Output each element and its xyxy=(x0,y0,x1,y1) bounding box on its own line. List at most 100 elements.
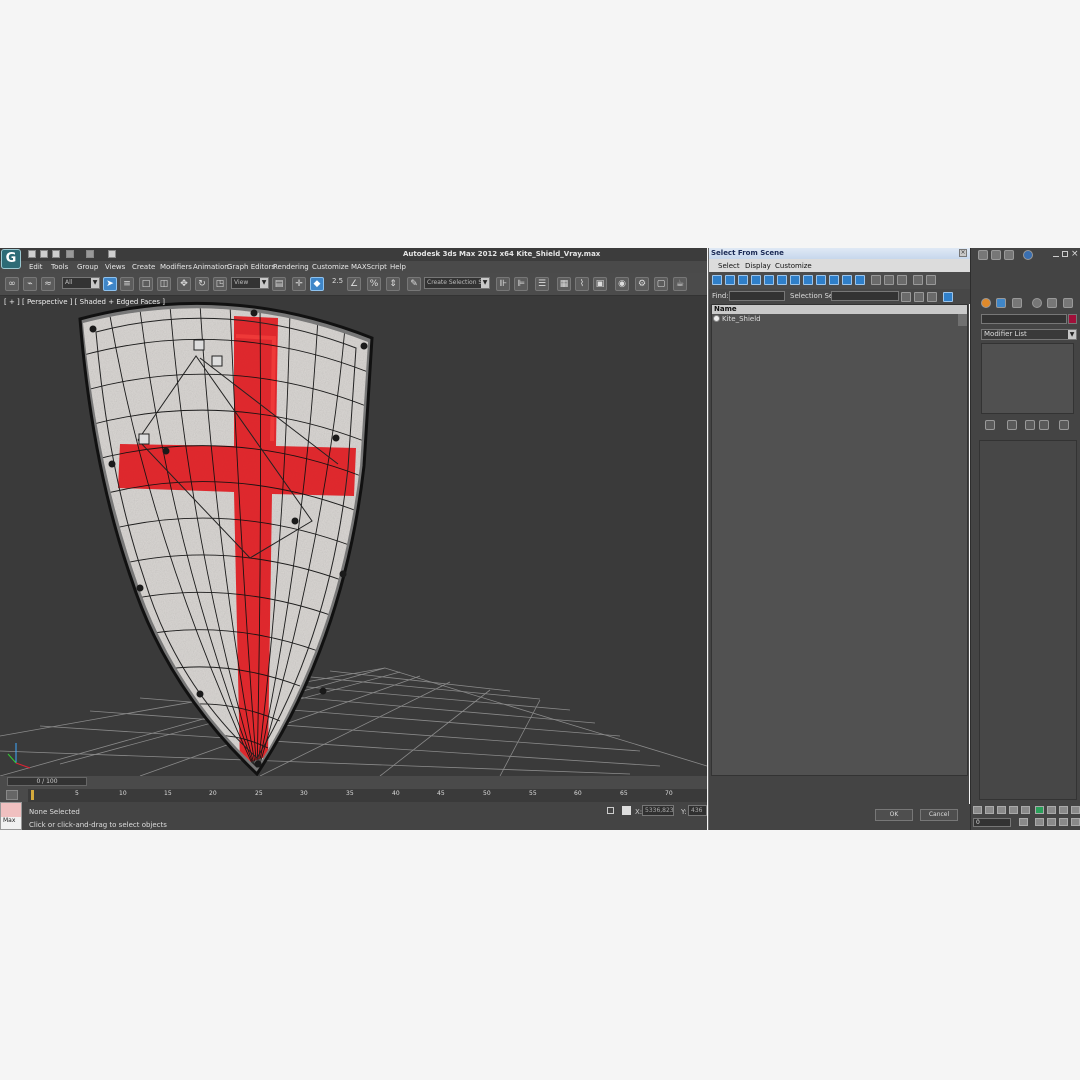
menu-maxscript[interactable]: MAXScript xyxy=(351,263,387,271)
display-shapes-icon[interactable] xyxy=(725,275,735,285)
display-all-icon[interactable] xyxy=(871,275,881,285)
display-geometry-icon[interactable] xyxy=(712,275,722,285)
percent-snap-icon[interactable]: % xyxy=(367,277,381,291)
display-none-icon[interactable] xyxy=(884,275,894,285)
display-cameras-icon[interactable] xyxy=(751,275,761,285)
previous-frame-icon[interactable] xyxy=(985,806,994,814)
perspective-viewport[interactable]: [ + ] [ Perspective ] [ Shaded + Edged F… xyxy=(0,296,707,830)
align-icon[interactable]: ⊫ xyxy=(514,277,528,291)
undo-icon[interactable] xyxy=(66,250,74,258)
keyboard-shortcut-override-icon[interactable]: ◆ xyxy=(310,277,324,291)
display-xrefs-icon[interactable] xyxy=(803,275,813,285)
time-cursor[interactable] xyxy=(31,790,34,800)
render-setup-icon[interactable]: ⚙ xyxy=(635,277,649,291)
y-coordinate-field[interactable]: 436 xyxy=(688,805,707,816)
field-of-view-icon[interactable] xyxy=(1071,806,1080,814)
edit-named-selection-icon[interactable]: ✎ xyxy=(407,277,421,291)
zoom-icon[interactable] xyxy=(1047,806,1056,814)
viewport-label[interactable]: [ + ] [ Perspective ] [ Shaded + Edged F… xyxy=(4,298,165,306)
object-color-swatch[interactable] xyxy=(1068,314,1077,324)
pivot-center-icon[interactable]: ▤ xyxy=(272,277,286,291)
go-to-start-icon[interactable] xyxy=(973,806,982,814)
column-header-name[interactable]: Name xyxy=(712,305,967,314)
scale-icon[interactable]: ◳ xyxy=(213,277,227,291)
menu-graph-editors[interactable]: Graph Editors xyxy=(227,263,275,271)
display-containers-icon[interactable] xyxy=(829,275,839,285)
menu-edit[interactable]: Edit xyxy=(29,263,43,271)
arc-rotate-icon[interactable] xyxy=(1071,818,1080,826)
curve-editor-icon[interactable]: ⌇ xyxy=(575,277,589,291)
new-file-icon[interactable] xyxy=(28,250,36,258)
modifier-stack[interactable] xyxy=(981,343,1074,414)
show-end-result-icon[interactable] xyxy=(1007,420,1017,430)
close-icon[interactable]: × xyxy=(1071,249,1079,259)
move-icon[interactable]: ✥ xyxy=(177,277,191,291)
dialog-menu-customize[interactable]: Customize xyxy=(775,262,812,270)
redo-icon[interactable] xyxy=(86,250,94,258)
time-configuration-icon[interactable] xyxy=(1019,818,1028,826)
menu-modifiers[interactable]: Modifiers xyxy=(160,263,192,271)
window-crossing-icon[interactable]: ◫ xyxy=(157,277,171,291)
utilities-panel-icon[interactable] xyxy=(1063,298,1073,308)
motion-panel-icon[interactable] xyxy=(1032,298,1042,308)
display-frozen-icon[interactable] xyxy=(842,275,852,285)
menu-customize[interactable]: Customize xyxy=(312,263,349,271)
rotate-icon[interactable]: ↻ xyxy=(195,277,209,291)
layer-manager-icon[interactable]: ☰ xyxy=(535,277,549,291)
find-case-sensitive-icon[interactable] xyxy=(943,292,953,302)
sync-selection-icon[interactable] xyxy=(913,275,923,285)
display-invert-icon[interactable] xyxy=(897,275,907,285)
subscription-center-icon[interactable] xyxy=(991,250,1001,260)
list-scrollbar[interactable] xyxy=(958,314,967,326)
select-object-icon[interactable]: ➤ xyxy=(103,277,117,291)
cancel-button[interactable]: Cancel xyxy=(920,809,958,821)
display-panel-icon[interactable] xyxy=(1047,298,1057,308)
display-bones-icon[interactable] xyxy=(816,275,826,285)
graphite-ribbon-icon[interactable]: ▦ xyxy=(557,277,571,291)
display-groups-icon[interactable] xyxy=(790,275,800,285)
material-editor-icon[interactable]: ◉ xyxy=(615,277,629,291)
render-production-icon[interactable]: ☕ xyxy=(673,277,687,291)
filter-icon[interactable] xyxy=(926,275,936,285)
menu-rendering[interactable]: Rendering xyxy=(273,263,309,271)
pin-stack-icon[interactable] xyxy=(985,420,995,430)
maximize-icon[interactable] xyxy=(1062,251,1068,257)
open-file-icon[interactable] xyxy=(40,250,48,258)
dialog-menu-select[interactable]: Select xyxy=(718,262,740,270)
select-all-icon[interactable] xyxy=(901,292,911,302)
walk-through-icon[interactable] xyxy=(1047,818,1056,826)
ok-button[interactable]: OK xyxy=(875,809,913,821)
selection-filter-dropdown[interactable]: All ▼ xyxy=(62,277,100,289)
infocenter-search-icon[interactable] xyxy=(978,250,988,260)
modifier-list-dropdown[interactable]: Modifier List ▼ xyxy=(981,329,1077,340)
app-menu-button[interactable]: G xyxy=(1,249,21,269)
current-frame-field[interactable]: 0 xyxy=(973,818,1011,827)
menu-group[interactable]: Group xyxy=(77,263,98,271)
select-none-icon[interactable] xyxy=(914,292,924,302)
configure-modifier-sets-icon[interactable] xyxy=(1059,420,1069,430)
find-input[interactable] xyxy=(729,291,785,301)
menu-views[interactable]: Views xyxy=(105,263,125,271)
project-folder-icon[interactable] xyxy=(108,250,116,258)
select-by-name-icon[interactable]: ≡ xyxy=(120,277,134,291)
menu-tools[interactable]: Tools xyxy=(51,263,68,271)
menu-create[interactable]: Create xyxy=(132,263,155,271)
unlink-icon[interactable]: ⌁ xyxy=(23,277,37,291)
rendered-frame-window-icon[interactable]: ▢ xyxy=(654,277,668,291)
pan-view-icon[interactable] xyxy=(1059,806,1068,814)
select-invert-icon[interactable] xyxy=(927,292,937,302)
hierarchy-panel-icon[interactable] xyxy=(1012,298,1022,308)
select-and-manipulate-icon[interactable]: ✛ xyxy=(292,277,306,291)
frame-slider[interactable]: 0 / 100 xyxy=(7,777,87,786)
maximize-viewport-icon[interactable] xyxy=(1059,818,1068,826)
display-hidden-icon[interactable] xyxy=(855,275,865,285)
display-lights-icon[interactable] xyxy=(738,275,748,285)
menu-animation[interactable]: Animation xyxy=(193,263,229,271)
track-bar[interactable] xyxy=(28,789,707,802)
spinner-snap-icon[interactable]: ⇕ xyxy=(386,277,400,291)
dialog-close-button[interactable]: × xyxy=(959,249,967,257)
mirror-icon[interactable]: ⊪ xyxy=(496,277,510,291)
x-coordinate-field[interactable]: 5336,823c xyxy=(642,805,674,816)
go-to-end-icon[interactable] xyxy=(1021,806,1030,814)
snap-toggle[interactable]: 2.5 xyxy=(332,277,343,285)
